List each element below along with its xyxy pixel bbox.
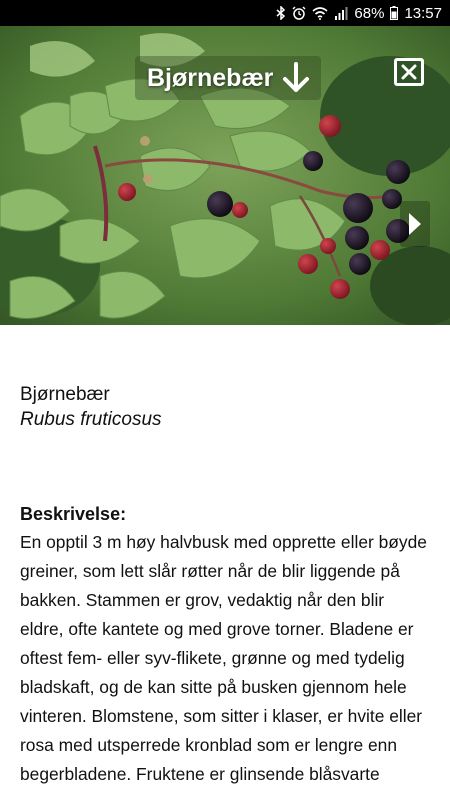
close-icon	[401, 64, 417, 80]
hero-title: Bjørnebær	[147, 63, 274, 92]
arrow-down-icon	[283, 62, 310, 94]
battery-icon	[390, 6, 399, 20]
bluetooth-icon	[276, 6, 286, 20]
common-name: Bjørnebær	[20, 384, 110, 405]
description-text: En opptil 3 m høy halvbusk med opprette …	[20, 532, 427, 784]
latin-name: Rubus fruticosus	[20, 409, 162, 430]
next-image-button[interactable]	[400, 201, 430, 247]
wifi-icon	[312, 6, 328, 20]
chevron-right-icon	[407, 211, 423, 237]
status-bar: 68% 13:57	[0, 0, 450, 26]
clock: 13:57	[404, 4, 442, 22]
description-heading: Beskrivelse:	[20, 504, 127, 524]
species-photo[interactable]: Bjørnebær	[0, 26, 450, 325]
alarm-icon	[292, 6, 306, 20]
signal-icon	[334, 6, 348, 20]
close-button[interactable]	[394, 58, 424, 86]
title-download-button[interactable]: Bjørnebær	[135, 56, 322, 100]
battery-percent: 68%	[354, 4, 385, 22]
species-details: Bjørnebær Rubus fruticosus Beskrivelse: …	[20, 382, 430, 789]
